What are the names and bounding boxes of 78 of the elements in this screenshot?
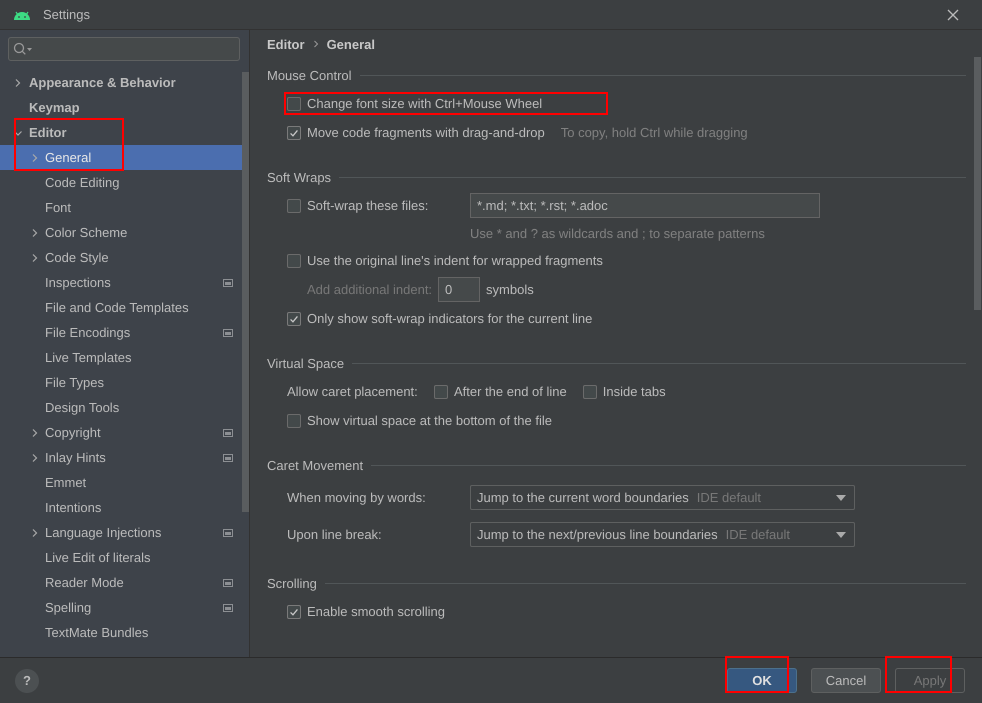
sidebar-item[interactable]: Font <box>45 200 72 215</box>
checkbox-label[interactable]: Enable smooth scrolling <box>307 604 446 619</box>
chevron-icon[interactable] <box>30 452 40 462</box>
sidebar-item[interactable]: Inspections <box>45 275 111 290</box>
window-title: Settings <box>43 7 90 22</box>
checkbox[interactable] <box>287 414 301 428</box>
chevron-icon[interactable] <box>30 228 40 238</box>
sidebar-item[interactable]: Intentions <box>45 500 102 515</box>
checkbox[interactable] <box>287 604 301 618</box>
close-icon[interactable] <box>947 8 959 20</box>
sidebar-item[interactable]: Reader Mode <box>45 575 124 590</box>
checkbox-label[interactable]: Inside tabs <box>602 384 666 399</box>
dropdown[interactable]: Jump to the next/previous line boundaries IDE default <box>470 522 855 547</box>
chevron-icon <box>312 40 319 48</box>
field-label: Allow caret placement: <box>287 384 419 399</box>
checkbox-label[interactable]: Use the original line's indent for wrapped fragments <box>307 253 603 268</box>
checkbox[interactable] <box>287 312 301 326</box>
breadcrumb-item[interactable]: General <box>326 36 375 52</box>
sidebar-item[interactable]: Code Editing <box>45 175 120 190</box>
checkbox-label[interactable]: Only show soft-wrap indicators for the current line <box>307 311 592 326</box>
sidebar-item[interactable]: Appearance & Behavior <box>29 75 176 90</box>
sidebar-item[interactable]: Inlay Hints <box>45 450 106 465</box>
dialog-button[interactable]: Cancel <box>811 668 881 693</box>
section-title: Virtual Space <box>267 356 344 370</box>
checkbox[interactable] <box>287 198 301 212</box>
chevron-icon[interactable] <box>30 252 40 262</box>
checkbox[interactable] <box>287 254 301 268</box>
checkbox-label[interactable]: Move code fragments with drag-and-drop <box>307 125 545 140</box>
section-title: Scrolling <box>267 576 317 590</box>
checkbox[interactable] <box>582 384 597 398</box>
sidebar-item[interactable]: Language Injections <box>45 525 162 540</box>
sidebar-item[interactable]: Color Scheme <box>45 225 128 240</box>
hint-text: Use * and ? as wildcards and ; to separate patterns <box>470 226 765 240</box>
field-label: Upon line break: <box>287 527 383 542</box>
chevron-icon[interactable] <box>30 528 40 538</box>
caret-icon <box>836 494 846 500</box>
unit-label: symbols <box>486 282 534 297</box>
checkbox-label[interactable]: Soft-wrap these files: <box>307 198 428 213</box>
breadcrumb-item[interactable]: Editor <box>267 36 305 52</box>
sidebar-item[interactable]: Live Edit of literals <box>45 550 150 565</box>
help-button[interactable]: ? <box>15 668 39 692</box>
sidebar-item[interactable]: Editor <box>29 125 67 140</box>
scrollbar[interactable] <box>242 72 249 512</box>
sidebar-item[interactable]: General <box>45 150 92 165</box>
search-icon <box>13 42 33 56</box>
caret-icon <box>836 532 846 538</box>
checkbox[interactable] <box>287 126 301 140</box>
dropdown[interactable]: Jump to the current word boundaries IDE default <box>470 485 855 510</box>
field-label: Add additional indent: <box>307 282 432 297</box>
chevron-icon[interactable] <box>13 78 23 88</box>
default-hint: IDE default <box>696 490 762 505</box>
checkbox[interactable] <box>287 96 301 110</box>
section-title: Mouse Control <box>267 68 352 82</box>
sidebar-item[interactable]: Code Style <box>45 250 109 265</box>
checkbox-label[interactable]: Change font size with Ctrl+Mouse Wheel <box>307 96 542 111</box>
field-label: When moving by words: <box>287 490 427 505</box>
default-hint: IDE default <box>726 527 790 542</box>
sidebar-item[interactable]: Live Templates <box>45 350 132 365</box>
sidebar-item[interactable]: File and Code Templates <box>45 300 189 315</box>
checkbox-label[interactable]: After the end of line <box>454 384 567 399</box>
section-title: Soft Wraps <box>267 170 332 184</box>
sidebar-item[interactable]: TextMate Bundles <box>45 625 148 640</box>
search-field[interactable] <box>8 37 240 61</box>
checkbox[interactable] <box>434 384 448 398</box>
sidebar-item[interactable]: Design Tools <box>45 400 120 415</box>
sidebar-item[interactable]: Copyright <box>45 425 101 440</box>
sidebar-item[interactable]: Keymap <box>29 100 80 115</box>
scrollbar[interactable] <box>974 57 981 310</box>
hint-text: To copy, hold Ctrl while dragging <box>560 125 748 140</box>
chevron-icon[interactable] <box>30 428 40 438</box>
sidebar-item[interactable]: Emmet <box>45 475 86 490</box>
sidebar-item[interactable]: File Encodings <box>45 325 130 340</box>
dialog-button[interactable]: OK <box>727 668 797 693</box>
checkbox-label[interactable]: Show virtual space at the bottom of the file <box>307 413 552 428</box>
input-field[interactable]: *.md; *.txt; *.rst; *.adoc <box>470 193 820 218</box>
sidebar-item[interactable]: File Types <box>45 375 104 390</box>
sidebar-item[interactable]: Spelling <box>45 600 92 615</box>
section-title: Caret Movement <box>267 458 364 472</box>
